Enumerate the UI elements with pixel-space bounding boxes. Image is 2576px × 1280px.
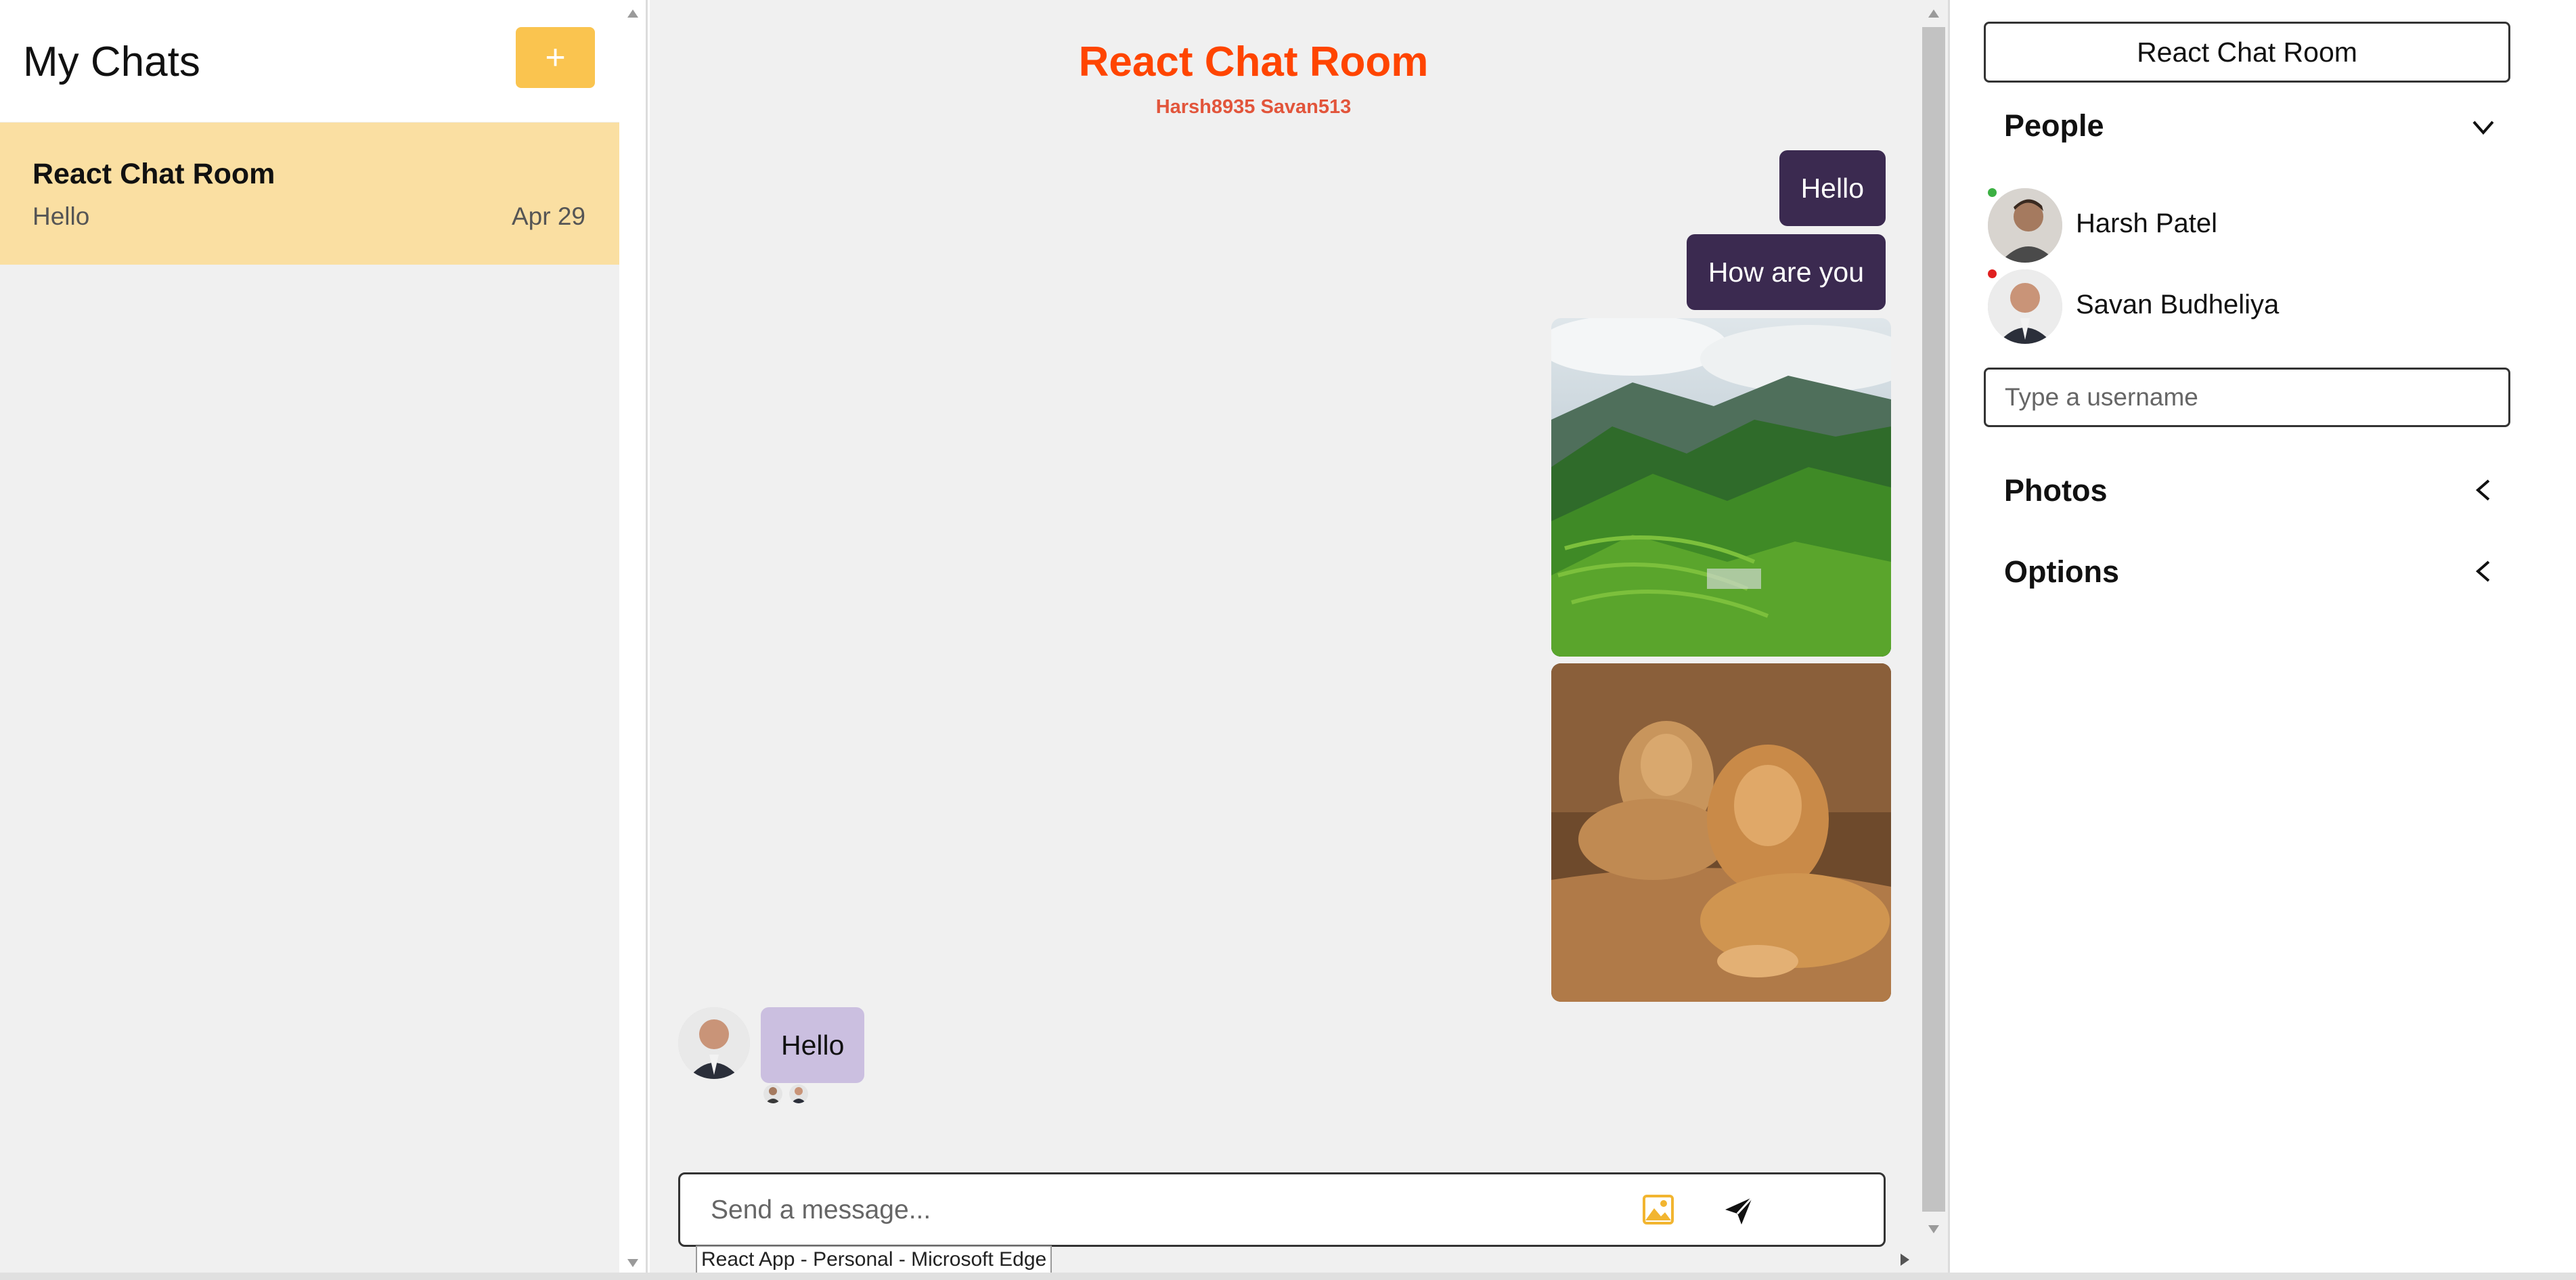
chat-item-date: Apr 29 [511,202,585,230]
window-tooltip: React App - Personal - Microsoft Edge [696,1245,1052,1274]
person-avatar [1988,269,2062,344]
plus-icon: + [545,38,566,77]
chat-item-title: React Chat Room [32,158,275,190]
my-message-bubble: Hello [1779,150,1886,226]
offline-status-dot [1988,269,1997,278]
photos-section-title[interactable]: Photos [2004,473,2108,508]
chat-list-panel: My Chats + React Chat Room Hello Apr 29 [0,0,619,1280]
scroll-down-arrow-icon[interactable] [627,1259,638,1267]
chat-list-header: My Chats + [0,0,619,122]
add-username-input[interactable] [1984,368,2510,427]
read-receipt-avatar [763,1084,782,1103]
chat-feed-title: React Chat Room [1078,39,1429,85]
chevron-down-icon[interactable] [2471,115,2495,139]
chat-title-field[interactable]: React Chat Room [1984,22,2510,83]
person-avatar [1988,188,2062,263]
chat-feed: React Chat Room Harsh8935 Savan513 Hello… [650,0,1919,1280]
message-composer [678,1172,1886,1247]
person-row: Harsh Patel [1988,188,2502,263]
person-name: Savan Budheliya [2076,290,2280,319]
chat-list-scrollbar[interactable] [619,0,648,1280]
chat-feed-subtitle: Harsh8935 Savan513 [1155,96,1352,118]
chevron-left-icon[interactable] [2471,478,2495,502]
chat-list-title: My Chats [23,39,200,85]
sender-avatar [678,1007,750,1079]
person-name: Harsh Patel [2076,208,2217,238]
scroll-down-arrow-icon[interactable] [1928,1225,1939,1233]
new-chat-button[interactable]: + [516,27,595,88]
chat-settings-panel: React Chat Room People Harsh Patel Savan… [1948,0,2576,1280]
options-section-title[interactable]: Options [2004,554,2119,590]
send-icon[interactable] [1724,1196,1754,1226]
scroll-up-arrow-icon[interactable] [1928,9,1939,18]
read-receipt-avatar [789,1084,808,1103]
people-section-title[interactable]: People [2004,108,2104,144]
image-message-lions[interactable] [1551,663,1891,1002]
message-input[interactable] [711,1187,1591,1234]
chat-list-item[interactable]: React Chat Room Hello Apr 29 [0,123,619,265]
image-message-landscape[interactable] [1551,318,1891,657]
chevron-left-icon[interactable] [2471,559,2495,583]
landscape-image [1551,318,1891,657]
scrollbar-thumb[interactable] [1922,27,1945,1212]
online-status-dot [1988,188,1997,197]
person-avatar-icon [765,1087,780,1103]
person-avatar-icon [1988,269,2062,344]
lions-image [1551,663,1891,1002]
person-avatar-icon [678,1007,750,1079]
person-avatar-icon [1988,188,2062,263]
person-row: Savan Budheliya [1988,269,2502,344]
image-upload-icon[interactable] [1643,1195,1674,1224]
person-avatar-icon [791,1087,806,1103]
other-message-bubble: Hello [761,1007,865,1083]
my-message-bubble: How are you [1686,234,1886,310]
scroll-right-arrow-icon[interactable] [1901,1254,1909,1266]
chat-feed-scrollbar[interactable] [1919,0,1948,1280]
window-bottom-edge [0,1273,2576,1280]
chat-item-last-message: Hello [32,202,90,230]
scroll-up-arrow-icon[interactable] [627,9,638,18]
